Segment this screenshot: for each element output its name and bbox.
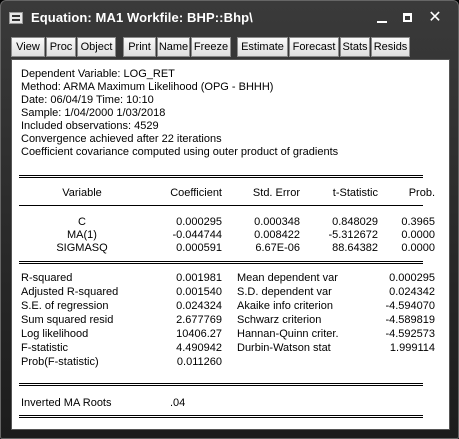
stat-value: -4.592573	[385, 328, 435, 340]
coefficient-value: -0.044744	[172, 229, 222, 241]
view-button[interactable]: View	[11, 37, 45, 57]
table-divider	[19, 261, 423, 264]
t-statistic-value: -5.312672	[328, 229, 378, 241]
stat-value: 0.000295	[389, 272, 435, 284]
prob-value: 0.3965	[401, 216, 435, 228]
stat-value: -4.589819	[385, 314, 435, 326]
resids-button[interactable]: Resids	[371, 37, 410, 57]
stat-label: Log likelihood	[21, 328, 89, 340]
equation-window-icon[interactable]	[9, 12, 23, 24]
prob-value: 0.0000	[401, 229, 435, 241]
std-error-value: 6.67E-06	[255, 242, 300, 254]
column-header: Std. Error	[252, 187, 300, 199]
header-line: Date: 06/04/19 Time: 10:10	[21, 94, 154, 106]
std-error-value: 0.000348	[254, 216, 300, 228]
stat-value: 0.024342	[389, 286, 435, 298]
maximize-icon[interactable]	[400, 10, 416, 26]
table-divider	[19, 415, 423, 418]
variable-name: MA(1)	[67, 229, 97, 241]
equation-window: Equation: MA1 Workfile: BHP::Bhp\ ✕ View…	[0, 0, 459, 439]
stat-label: Durbin-Watson stat	[237, 342, 331, 354]
header-line: Dependent Variable: LOG_RET	[21, 68, 175, 80]
minimize-icon[interactable]	[374, 10, 390, 26]
stat-value: 0.001981	[176, 272, 222, 284]
stat-value: 4.490942	[176, 342, 222, 354]
stat-label: S.D. dependent var	[237, 286, 332, 298]
stats-button[interactable]: Stats	[340, 37, 370, 57]
stat-value: 1.999114	[389, 342, 435, 354]
estimation-output[interactable]: Dependent Variable: LOG_RET Method: ARMA…	[11, 59, 450, 430]
table-divider	[19, 175, 423, 178]
stat-label: Mean dependent var	[237, 272, 338, 284]
stat-label: Hannan-Quinn criter.	[237, 328, 339, 340]
close-icon[interactable]: ✕	[427, 10, 443, 26]
header-line: Included observations: 4529	[21, 120, 159, 132]
stat-label: Adjusted R-squared	[21, 286, 119, 298]
inverted-roots-value: .04	[170, 397, 186, 409]
header-line: Method: ARMA Maximum Likelihood (OPG - B…	[21, 81, 274, 93]
column-header: Prob.	[408, 187, 435, 199]
column-header: Coefficient	[170, 187, 222, 199]
table-divider	[19, 205, 423, 206]
stat-label: Prob(F-statistic)	[21, 356, 99, 368]
header-line: Sample: 1/04/2000 1/03/2018	[21, 107, 166, 119]
variable-name: SIGMASQ	[56, 242, 108, 254]
column-header: t-Statistic	[332, 187, 378, 199]
print-button[interactable]: Print	[123, 37, 156, 57]
stat-label: R-squared	[21, 272, 73, 284]
stat-value: 0.001540	[176, 286, 222, 298]
object-button[interactable]: Object	[77, 37, 116, 57]
t-statistic-value: 0.848029	[332, 216, 378, 228]
coefficient-value: 0.000295	[176, 216, 222, 228]
stat-label: Akaike info criterion	[237, 300, 333, 312]
stat-value: 0.024324	[176, 300, 222, 312]
inverted-roots-label: Inverted MA Roots	[21, 397, 112, 409]
t-statistic-value: 88.64382	[332, 242, 378, 254]
column-header: Variable	[62, 187, 102, 199]
prob-value: 0.0000	[401, 242, 435, 254]
stat-label: Sum squared resid	[21, 314, 114, 326]
std-error-value: 0.008422	[254, 229, 300, 241]
stat-value: 10406.27	[176, 328, 222, 340]
estimate-button[interactable]: Estimate	[237, 37, 288, 57]
name-button[interactable]: Name	[157, 37, 190, 57]
title-bar[interactable]: Equation: MA1 Workfile: BHP::Bhp\ ✕	[1, 1, 458, 34]
header-line: Coefficient covariance computed using ou…	[21, 146, 339, 158]
stat-label: S.E. of regression	[21, 300, 109, 312]
proc-button[interactable]: Proc	[46, 37, 76, 57]
variable-name: C	[78, 216, 86, 228]
freeze-button[interactable]: Freeze	[191, 37, 231, 57]
stat-label: F-statistic	[21, 342, 69, 354]
stat-value: -4.594070	[385, 300, 435, 312]
table-divider	[19, 383, 423, 386]
coefficient-value: 0.000591	[176, 242, 222, 254]
forecast-button[interactable]: Forecast	[289, 37, 339, 57]
toolbar: View Proc Object Print Name Freeze Estim…	[11, 37, 451, 58]
stat-value: 2.677769	[176, 314, 222, 326]
stat-label: Schwarz criterion	[237, 314, 322, 326]
stat-value: 0.011260	[176, 356, 222, 368]
window-title: Equation: MA1 Workfile: BHP::Bhp\	[31, 10, 253, 25]
header-line: Convergence achieved after 22 iterations	[21, 133, 222, 145]
